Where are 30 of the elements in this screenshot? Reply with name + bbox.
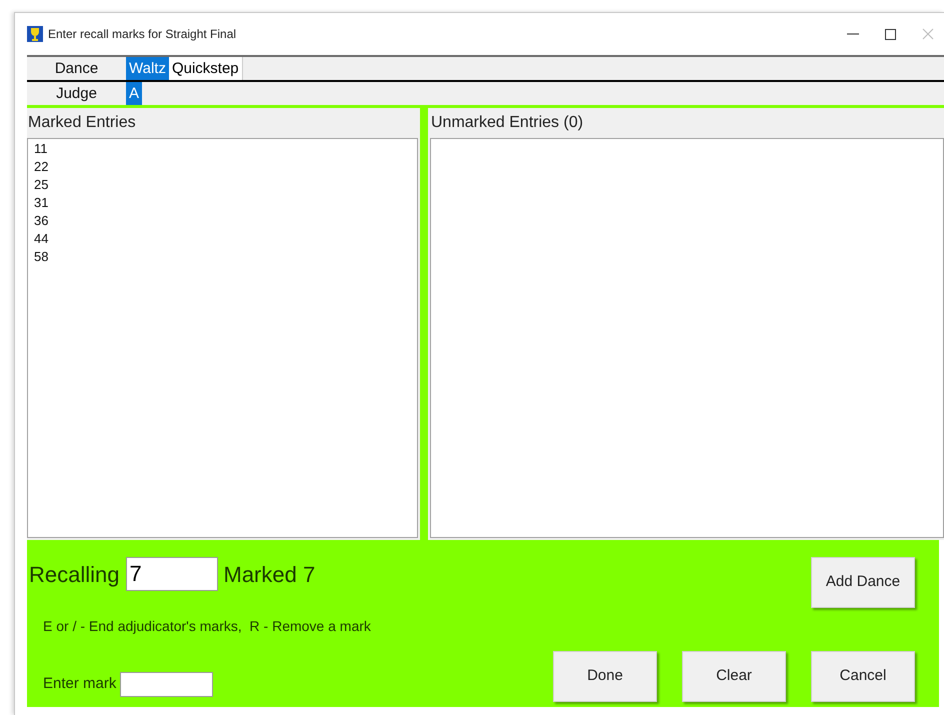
maximize-icon[interactable] bbox=[885, 28, 896, 40]
entry-item[interactable]: 36 bbox=[34, 212, 417, 230]
help-text: E or / - End adjudicator's marks, R - Remove a mark bbox=[43, 617, 372, 636]
enter-mark-label: Enter mark bbox=[43, 674, 116, 694]
entry-item[interactable]: 11 bbox=[34, 140, 417, 158]
recalling-label: Recalling bbox=[29, 560, 120, 589]
tab[interactable]: A bbox=[126, 82, 142, 105]
window-title: Enter recall marks for Straight Final bbox=[48, 26, 236, 43]
minimize-icon[interactable] bbox=[847, 33, 859, 35]
entry-item[interactable]: 25 bbox=[34, 176, 417, 194]
action-button[interactable]: Add Dance bbox=[811, 557, 915, 608]
entry-item[interactable]: 58 bbox=[34, 248, 417, 266]
enter-mark-field[interactable] bbox=[120, 672, 214, 697]
entry-list[interactable]: 11 22 25 31 36 44 58 bbox=[27, 138, 418, 538]
row-label: Dance bbox=[54, 59, 100, 79]
action-button[interactable]: Cancel bbox=[811, 651, 915, 702]
action-button[interactable]: Done bbox=[553, 651, 657, 702]
panel-title: Unmarked Entries (0) bbox=[430, 113, 584, 133]
entry-item[interactable]: 44 bbox=[34, 230, 417, 248]
row-label: Judge bbox=[55, 84, 98, 104]
recalling-field[interactable]: 7 bbox=[126, 557, 218, 591]
tab[interactable]: Quickstep bbox=[168, 57, 243, 80]
entry-item[interactable]: 31 bbox=[34, 194, 417, 212]
action-button[interactable]: Clear bbox=[682, 651, 786, 702]
panel-title: Marked Entries bbox=[27, 113, 137, 133]
entry-item[interactable]: 22 bbox=[34, 158, 417, 176]
tab[interactable]: Waltz bbox=[126, 57, 169, 80]
trophy-icon bbox=[27, 26, 43, 42]
marked-count: Marked 7 bbox=[224, 560, 316, 588]
close-icon[interactable] bbox=[922, 28, 934, 40]
